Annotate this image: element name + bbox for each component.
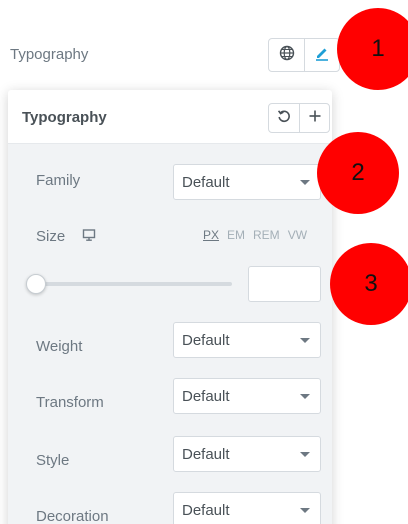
desktop-icon[interactable] xyxy=(82,228,96,247)
size-slider-handle[interactable] xyxy=(26,274,46,294)
weight-label: Weight xyxy=(36,338,83,355)
typography-button-group xyxy=(268,38,340,72)
chevron-down-icon xyxy=(300,508,310,513)
annotation-badge-3: 3 xyxy=(330,243,408,325)
edit-button[interactable] xyxy=(304,39,339,71)
globe-icon xyxy=(279,45,295,66)
size-slider-track[interactable] xyxy=(36,282,232,286)
typography-popover: Typography Family Default Size PX EM REM… xyxy=(8,90,332,524)
transform-label: Transform xyxy=(36,394,104,411)
chevron-down-icon xyxy=(300,394,310,399)
family-label: Family xyxy=(36,172,81,189)
style-value: Default xyxy=(182,445,230,463)
popover-header-buttons xyxy=(268,103,330,133)
global-button[interactable] xyxy=(269,39,304,71)
reset-button[interactable] xyxy=(269,104,299,132)
family-select[interactable]: Default xyxy=(173,164,321,200)
decoration-select[interactable]: Default xyxy=(173,492,321,524)
add-button[interactable] xyxy=(299,104,329,132)
size-units: PX EM REM VW xyxy=(203,228,307,242)
popover-body: Family Default Size PX EM REM VW Weight … xyxy=(8,144,332,524)
unit-em[interactable]: EM xyxy=(227,228,245,242)
chevron-down-icon xyxy=(300,338,310,343)
size-input[interactable] xyxy=(248,266,321,302)
weight-value: Default xyxy=(182,331,230,349)
pencil-icon xyxy=(313,44,331,67)
annotation-badge-2: 2 xyxy=(317,132,399,214)
style-label: Style xyxy=(36,452,70,469)
chevron-down-icon xyxy=(300,452,310,457)
reset-icon xyxy=(277,109,291,128)
decoration-value: Default xyxy=(182,501,230,519)
size-label: Size xyxy=(36,228,66,245)
plus-icon xyxy=(308,109,322,128)
typography-label: Typography xyxy=(10,46,89,63)
family-value: Default xyxy=(182,173,230,191)
transform-select[interactable]: Default xyxy=(173,378,321,414)
weight-select[interactable]: Default xyxy=(173,322,321,358)
style-select[interactable]: Default xyxy=(173,436,321,472)
unit-vw[interactable]: VW xyxy=(288,228,307,242)
unit-px[interactable]: PX xyxy=(203,228,219,242)
transform-value: Default xyxy=(182,387,230,405)
popover-header: Typography xyxy=(8,90,332,144)
decoration-label: Decoration xyxy=(36,508,109,524)
chevron-down-icon xyxy=(300,180,310,185)
popover-title: Typography xyxy=(22,109,107,126)
unit-rem[interactable]: REM xyxy=(253,228,280,242)
